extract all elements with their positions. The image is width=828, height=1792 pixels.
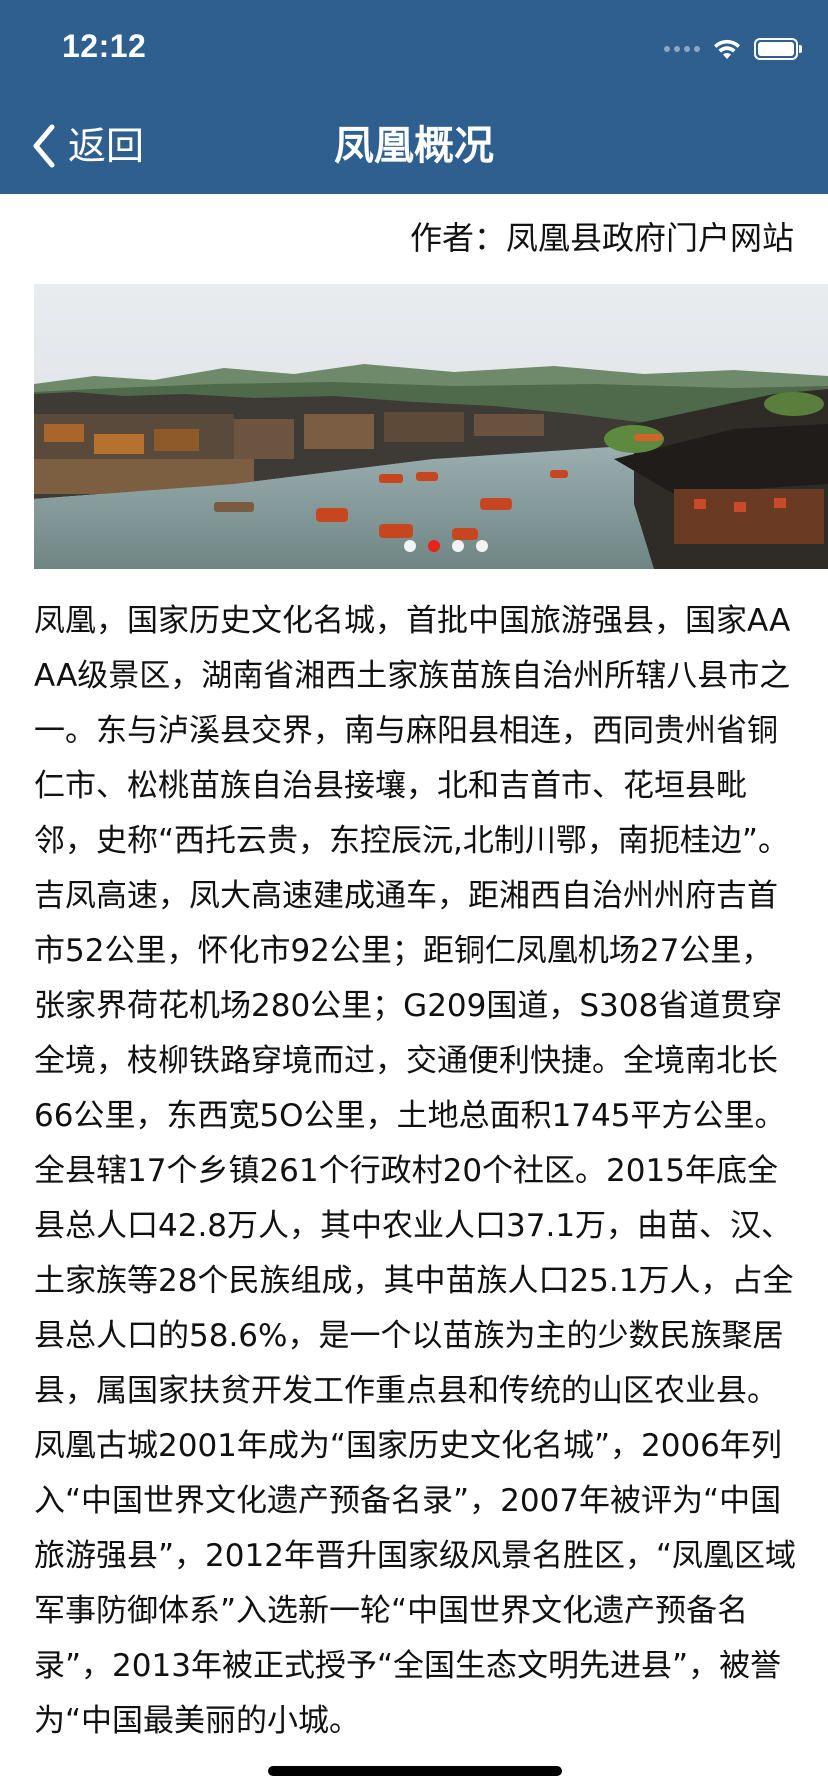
battery-icon <box>754 38 802 60</box>
author-line: 作者：凤凰县政府门户网站 <box>409 219 794 257</box>
carousel-dot-3[interactable] <box>452 540 464 552</box>
banner-carousel[interactable] <box>34 284 828 569</box>
cellular-signal-icon <box>664 46 700 52</box>
app-screen: 12:12 返回 凤凰概况 作者：凤凰县政府门户网站 凤凰，国家历史文化名城，首… <box>0 0 828 1792</box>
status-icons <box>664 34 802 64</box>
home-indicator[interactable] <box>268 1766 562 1776</box>
status-time: 12:12 <box>62 28 147 64</box>
wifi-icon <box>714 39 740 59</box>
article-body: 凤凰，国家历史文化名城，首批中国旅游强县，国家AAAA级景区，湖南省湘西土家族苗… <box>34 603 797 1739</box>
carousel-dot-4[interactable] <box>476 540 488 552</box>
navigation-bar: 12:12 返回 凤凰概况 <box>0 0 828 194</box>
carousel-dot-2-active[interactable] <box>428 540 440 552</box>
page-title: 凤凰概况 <box>334 123 494 169</box>
carousel-page-indicator[interactable] <box>404 540 488 552</box>
carousel-dot-1[interactable] <box>404 540 416 552</box>
banner-image <box>34 284 828 569</box>
